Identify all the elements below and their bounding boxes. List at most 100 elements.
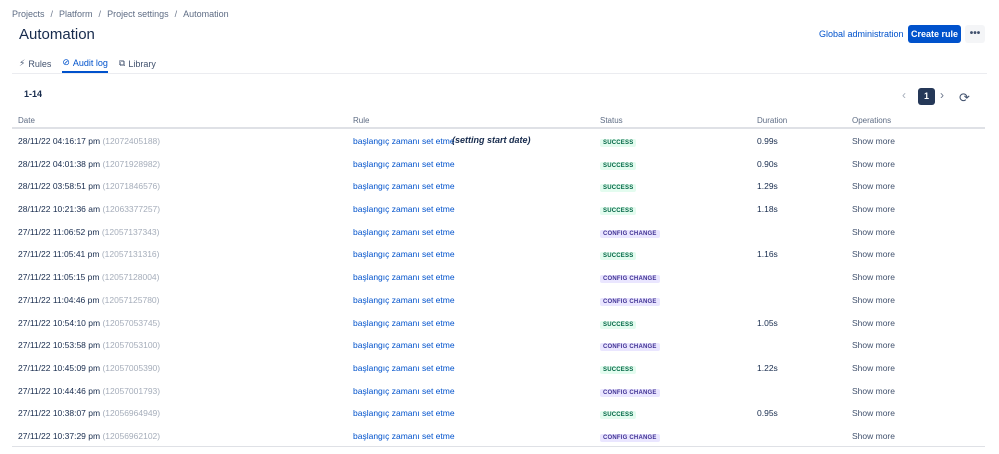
result-range: 1-14 <box>24 89 43 99</box>
show-more-button[interactable]: Show more <box>852 295 895 305</box>
row-status: CONFIG CHANGE <box>600 340 660 352</box>
show-more-button[interactable]: Show more <box>852 363 895 373</box>
chevron-right-icon[interactable]: › <box>940 88 944 102</box>
chevron-left-icon[interactable]: ‹ <box>902 88 906 102</box>
row-rule-link[interactable]: başlangıç zamanı set etme <box>353 159 455 169</box>
row-rule-link[interactable]: başlangıç zamanı set etme <box>353 431 455 441</box>
show-more-button[interactable]: Show more <box>852 272 895 282</box>
row-rule-link[interactable]: başlangıç zamanı set etme <box>353 204 455 214</box>
table-row: 27/11/22 10:45:09 pm (12057005390) başlan… <box>12 356 985 379</box>
row-duration: 1.18s <box>757 204 778 215</box>
row-execution-id: (12071846576) <box>102 181 161 192</box>
breadcrumb-project-settings[interactable]: Project settings <box>107 9 169 19</box>
row-rule-link[interactable]: başlangıç zamanı set etme <box>353 408 455 418</box>
row-date-value: 27/11/22 11:05:15 pm <box>18 272 100 283</box>
row-rule-link[interactable]: başlangıç zamanı set etme <box>353 363 455 373</box>
row-rule-link[interactable]: başlangıç zamanı set etme <box>353 136 455 146</box>
row-rule-link[interactable]: başlangıç zamanı set etme <box>353 181 455 191</box>
column-header-date[interactable]: Date <box>18 116 35 125</box>
row-duration: 1.22s <box>757 362 778 373</box>
breadcrumb-automation[interactable]: Automation <box>183 9 229 19</box>
table-body: 28/11/22 04:16:17 pm (12072405188) başlan… <box>12 129 985 447</box>
status-badge: CONFIG CHANGE <box>600 433 660 442</box>
status-badge: SUCCESS <box>600 365 637 374</box>
column-header-operations: Operations <box>852 116 892 125</box>
refresh-icon[interactable]: ⟳ <box>959 91 970 104</box>
show-more-button[interactable]: Show more <box>852 204 895 214</box>
tab-library[interactable]: ⧉ Library <box>119 57 156 73</box>
status-badge: CONFIG CHANGE <box>600 343 660 352</box>
show-more-button[interactable]: Show more <box>852 136 895 146</box>
row-status: CONFIG CHANGE <box>600 386 660 397</box>
audit-log-table: Date Rule Status Duration Operations 28/… <box>12 112 985 447</box>
show-more-button[interactable]: Show more <box>852 181 895 191</box>
row-rule-link[interactable]: başlangıç zamanı set etme <box>353 249 455 259</box>
row-status: SUCCESS <box>600 408 637 420</box>
create-rule-button[interactable]: Create rule <box>908 25 961 43</box>
table-bottom-border <box>12 446 985 447</box>
column-header-status[interactable]: Status <box>600 116 623 125</box>
row-date: 28/11/22 03:58:51 pm (12071846576) <box>18 181 160 191</box>
more-actions-button[interactable]: ••• <box>965 25 985 43</box>
column-header-duration[interactable]: Duration <box>757 116 787 125</box>
show-more-button[interactable]: Show more <box>852 159 895 169</box>
row-date: 27/11/22 10:53:58 pm (12057053100) <box>18 340 160 350</box>
tab-label: Library <box>128 58 156 69</box>
row-duration: 1.29s <box>757 181 778 192</box>
row-date-value: 27/11/22 10:53:58 pm <box>18 340 101 351</box>
breadcrumb-projects[interactable]: Projects <box>12 9 45 19</box>
tab-audit-log[interactable]: ⊘ Audit log <box>62 57 108 73</box>
table-row: 27/11/22 10:54:10 pm (12057053745) başlan… <box>12 311 985 334</box>
show-more-button[interactable]: Show more <box>852 431 895 441</box>
row-date-value: 27/11/22 10:37:29 pm <box>18 430 101 441</box>
status-badge: SUCCESS <box>600 320 637 329</box>
global-administration-link[interactable]: Global administration <box>819 29 904 39</box>
row-date: 27/11/22 10:45:09 pm (12057005390) <box>18 363 160 373</box>
row-date: 27/11/22 10:37:29 pm (12056962102) <box>18 431 160 441</box>
status-badge: SUCCESS <box>600 207 637 216</box>
breadcrumb-platform[interactable]: Platform <box>59 9 93 19</box>
row-status: CONFIG CHANGE <box>600 272 660 284</box>
show-more-button[interactable]: Show more <box>852 408 895 418</box>
row-status: SUCCESS <box>600 181 637 193</box>
tab-rules[interactable]: ⚡ Rules <box>19 57 51 73</box>
table-row: 27/11/22 10:53:58 pm (12057053100) başlan… <box>12 333 985 356</box>
row-rule-link[interactable]: başlangıç zamanı set etme <box>353 272 455 282</box>
show-more-button[interactable]: Show more <box>852 386 895 396</box>
row-duration: 1.05s <box>757 317 778 328</box>
status-badge: SUCCESS <box>600 161 637 170</box>
row-status: SUCCESS <box>600 318 637 329</box>
row-date-value: 27/11/22 10:45:09 pm <box>18 362 101 373</box>
show-more-button[interactable]: Show more <box>852 249 895 259</box>
row-execution-id: (12057053100) <box>102 340 161 351</box>
row-rule-link[interactable]: başlangıç zamanı set etme <box>353 295 455 305</box>
row-execution-id: (12056962102) <box>102 430 161 441</box>
row-status: CONFIG CHANGE <box>600 295 660 306</box>
show-more-button[interactable]: Show more <box>852 340 895 350</box>
table-row: 27/11/22 11:05:15 pm (12057128004) başlan… <box>12 265 985 288</box>
row-rule-link[interactable]: başlangıç zamanı set etme <box>353 340 455 350</box>
row-date-value: 27/11/22 11:05:41 pm <box>18 249 100 260</box>
row-date: 27/11/22 10:44:46 pm (12057001793) <box>18 386 160 396</box>
row-execution-id: (12057131316) <box>101 249 160 260</box>
status-badge: CONFIG CHANGE <box>600 388 660 397</box>
table-row: 27/11/22 11:04:46 pm (12057125780) başlan… <box>12 288 985 311</box>
show-more-button[interactable]: Show more <box>852 227 895 237</box>
show-more-button[interactable]: Show more <box>852 318 895 328</box>
column-header-rule[interactable]: Rule <box>353 116 369 125</box>
row-date-value: 27/11/22 10:44:46 pm <box>18 385 101 396</box>
page-button-1[interactable]: 1 <box>918 88 935 105</box>
status-badge: SUCCESS <box>600 184 637 193</box>
row-rule-link[interactable]: başlangıç zamanı set etme <box>353 227 455 237</box>
row-duration: 1.16s <box>757 249 778 260</box>
row-rule-link[interactable]: başlangıç zamanı set etme <box>353 318 455 328</box>
annotation-text: (setting start date) <box>452 135 531 145</box>
row-date: 27/11/22 10:54:10 pm (12057053745) <box>18 318 160 328</box>
breadcrumb: Projects / Platform / Project settings / Autom… <box>12 9 229 19</box>
row-rule-link[interactable]: başlangıç zamanı set etme <box>353 386 455 396</box>
page-title: Automation <box>19 26 95 43</box>
tab-label: Rules <box>28 58 52 69</box>
copy-icon: ⧉ <box>118 58 126 68</box>
row-status: SUCCESS <box>600 363 637 374</box>
tab-bar: ⚡ Rules ⊘ Audit log ⧉ Library <box>19 57 156 73</box>
